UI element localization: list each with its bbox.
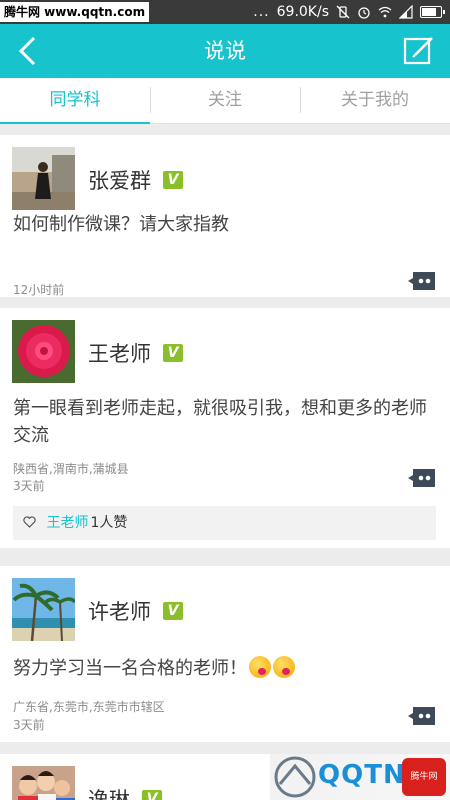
post-card[interactable]: 许老师 V 努力学习当一名合格的老师！ 广东省,东莞市,东莞市市辖区 3天前 <box>0 566 450 742</box>
alarm-icon <box>358 7 370 19</box>
post-content: 努力学习当一名合格的老师！ <box>13 655 436 682</box>
like-count: 1人赞 <box>90 515 128 531</box>
verified-icon: V <box>142 790 162 800</box>
verified-icon: V <box>163 344 183 362</box>
qqtn-logo-icon <box>274 756 316 798</box>
avatar[interactable] <box>12 766 75 800</box>
post-location: 广东省,东莞市,东莞市市辖区 <box>13 700 165 714</box>
heart-icon[interactable] <box>23 516 36 528</box>
liker-name[interactable]: 王老师 <box>46 515 88 531</box>
watermark-tag: 腾牛网 <box>402 758 446 796</box>
title-bar: 说说 <box>0 24 450 78</box>
post-time: 12小时前 <box>13 283 65 297</box>
post-author[interactable]: 王老师 V <box>88 338 183 368</box>
tab-same-subject[interactable]: 同学科 <box>0 78 150 124</box>
comment-button[interactable] <box>408 271 436 291</box>
status-dots: ... <box>253 4 270 20</box>
tab-bar: 同学科 关注 关于我的 <box>0 78 450 124</box>
avatar[interactable] <box>12 578 75 641</box>
compose-button[interactable] <box>402 34 436 68</box>
page-title: 说说 <box>204 39 246 63</box>
post-content: 如何制作微课？请大家指教 <box>13 214 229 235</box>
watermark-bottom: QQTN 腾牛网 <box>270 754 450 800</box>
avatar[interactable] <box>12 147 75 210</box>
author-name: 逸琳 <box>88 788 130 800</box>
post-time: 3天前 <box>13 479 45 493</box>
comment-icon <box>408 272 435 290</box>
signal-icon <box>399 5 413 19</box>
status-bar: 腾牛网 www.qqtn.com ... 69.0K/s <box>0 0 450 24</box>
author-name: 张爱群 <box>88 169 151 193</box>
post-card[interactable]: 张爱群 V 如何制作微课？请大家指教 12小时前 <box>0 135 450 297</box>
post-author[interactable]: 许老师 V <box>88 596 183 626</box>
tab-about-me[interactable]: 关于我的 <box>300 78 450 123</box>
avatar[interactable] <box>12 320 75 383</box>
post-author[interactable]: 张爱群 V <box>88 165 183 195</box>
comment-button[interactable] <box>408 706 436 726</box>
kiss-emoji-icon <box>249 656 271 678</box>
post-time: 3天前 <box>13 718 45 732</box>
no-vibrate-icon <box>336 5 350 19</box>
post-card[interactable]: 王老师 V 第一眼看到老师走起，就很吸引我，想和更多的老师交流 陕西省,渭南市,… <box>0 308 450 548</box>
author-name: 王老师 <box>88 342 151 366</box>
post-author[interactable]: 逸琳 V <box>88 784 162 800</box>
watermark-top: 腾牛网 www.qqtn.com <box>0 2 150 22</box>
post-content: 第一眼看到老师走起，就很吸引我，想和更多的老师交流 <box>13 398 427 446</box>
battery-icon <box>420 6 445 18</box>
comment-button[interactable] <box>408 468 436 488</box>
wifi-icon <box>378 6 392 18</box>
likes-bar: 王老师 1人赞 <box>13 506 436 540</box>
watermark-logo-text: QQTN <box>318 760 406 790</box>
verified-icon: V <box>163 171 183 189</box>
network-speed: 69.0K/s <box>276 4 329 20</box>
author-name: 许老师 <box>88 600 151 624</box>
tab-following[interactable]: 关注 <box>150 78 300 123</box>
verified-icon: V <box>163 602 183 620</box>
comment-icon <box>408 707 435 725</box>
post-location: 陕西省,渭南市,蒲城县 <box>13 462 129 476</box>
kiss-emoji-icon <box>273 656 295 678</box>
comment-icon <box>408 469 435 487</box>
edit-icon <box>403 37 433 65</box>
post-text: 努力学习当一名合格的老师！ <box>13 658 247 679</box>
